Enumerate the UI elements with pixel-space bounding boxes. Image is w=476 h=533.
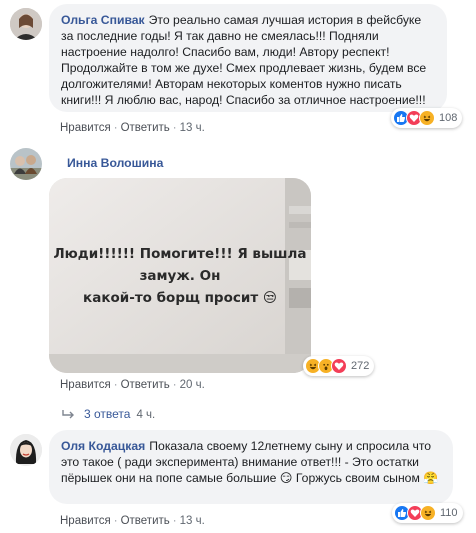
separator-dot: · (172, 515, 177, 527)
reactions-summary[interactable]: 108 (391, 108, 463, 128)
avatar-photo-icon (10, 434, 42, 466)
comment-actions: Нравится · Ответить · 13 ч. (60, 122, 205, 134)
comment-photo[interactable]: Люди!!!!!! Помогите!!! Я вышла замуж. Он… (49, 178, 311, 373)
reactions-count: 272 (351, 360, 370, 372)
avatar-photo-icon (10, 148, 42, 180)
comment-author[interactable]: Оля Кодацкая (61, 439, 145, 453)
comment-bubble: Ольга Спивак Это реально самая лучшая ист… (49, 4, 447, 112)
comment-actions: Нравится · Ответить · 13 ч. (60, 515, 205, 527)
separator-dot: · (113, 515, 118, 527)
reactions-summary[interactable]: 110 (392, 503, 463, 523)
reply-link[interactable]: Ответить (121, 515, 170, 527)
view-replies[interactable]: 3 ответа 4 ч. (62, 407, 155, 422)
comment-actions: Нравится · Ответить · 20 ч. (60, 379, 205, 391)
separator-dot: · (172, 122, 177, 134)
photo-caption-line: Люди!!!!!! Помогите!!! Я вышла замуж. Он (53, 246, 307, 284)
separator-dot: · (113, 379, 118, 391)
avatar-photo-icon (10, 8, 42, 40)
comment-author[interactable]: Инна Волошина (67, 156, 163, 170)
like-link[interactable]: Нравится (60, 515, 111, 527)
avatar[interactable] (10, 8, 42, 40)
separator-dot: · (172, 379, 177, 391)
comment-timestamp[interactable]: 13 ч. (180, 122, 205, 134)
comment-timestamp[interactable]: 13 ч. (180, 515, 205, 527)
reactions-count: 110 (440, 507, 458, 519)
reply-link[interactable]: Ответить (121, 122, 170, 134)
replies-count-link[interactable]: 3 ответа (84, 407, 130, 421)
like-link[interactable]: Нравится (60, 379, 111, 391)
reply-link[interactable]: Ответить (121, 379, 170, 391)
comment-bubble: Оля Кодацкая Показала своему 12летнему сы… (49, 430, 453, 504)
reply-arrow-icon (62, 408, 76, 422)
haha-icon (420, 505, 436, 521)
like-link[interactable]: Нравится (60, 122, 111, 134)
love-icon (331, 358, 347, 374)
replies-timestamp: 4 ч. (136, 409, 156, 421)
photo-caption: Люди!!!!!! Помогите!!! Я вышла замуж. Он… (49, 243, 311, 309)
photo-caption-line: какой-то борщ просит 😒 (83, 290, 277, 306)
separator-dot: · (113, 122, 118, 134)
comment-timestamp[interactable]: 20 ч. (180, 379, 205, 391)
avatar[interactable] (10, 148, 42, 180)
reactions-summary[interactable]: 272 (303, 356, 375, 376)
comment-author[interactable]: Ольга Спивак (61, 13, 145, 27)
haha-icon (419, 110, 435, 126)
avatar[interactable] (10, 434, 42, 466)
comment-text: Это реально самая лучшая история в фейсб… (61, 13, 430, 107)
reactions-count: 108 (439, 112, 458, 124)
